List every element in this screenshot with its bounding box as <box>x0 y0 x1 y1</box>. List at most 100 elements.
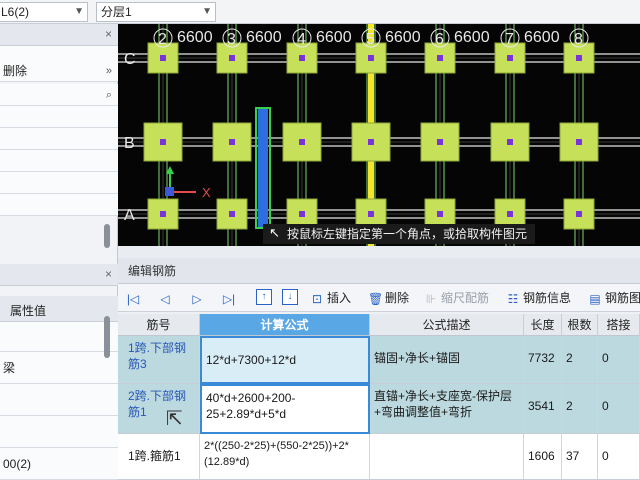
spacing-label: 6600 <box>316 29 352 46</box>
last-record-button[interactable]: ▷| <box>222 288 239 308</box>
rebar-info-button[interactable]: ☷ 钢筋信息 <box>506 288 571 308</box>
lap-cell[interactable]: 0 <box>598 434 640 480</box>
delete-label: 删除 <box>385 291 410 305</box>
count-cell[interactable]: 37 <box>562 434 598 480</box>
last-icon: ▷| <box>222 292 236 306</box>
prop-row-beam[interactable]: 梁 <box>0 352 118 384</box>
navigator-row[interactable] <box>0 106 118 128</box>
count-cell[interactable]: 2 <box>562 336 598 384</box>
col-header-lap[interactable]: 搭接 <box>598 314 640 336</box>
scrollbar-thumb[interactable] <box>104 224 110 248</box>
scale-rebar-button[interactable]: ⊪ 缩尺配筋 <box>424 288 489 308</box>
axis-label: A <box>124 207 135 224</box>
length-cell[interactable]: 1606 <box>524 434 562 480</box>
prop-row[interactable] <box>0 322 118 352</box>
description-cell[interactable] <box>370 434 524 480</box>
ucs-icon <box>165 166 196 196</box>
col-header-description[interactable]: 公式描述 <box>370 314 524 336</box>
prop-row[interactable] <box>0 416 118 448</box>
axis-label: 2 <box>158 31 167 48</box>
formula-cell[interactable]: 12*d+7300+12*d <box>200 336 370 384</box>
rebar-editor-title: 编辑钢筋 <box>118 258 640 284</box>
close-icon[interactable]: × <box>105 267 112 281</box>
rebar-table: 筋号 计算公式 公式描述 长度 根数 搭接 4 1跨.下部钢筋3 12*d+73… <box>118 314 640 480</box>
delete-label: 删除 <box>3 64 28 78</box>
spacing-label: 6600 <box>454 29 490 46</box>
axis-label: 5 <box>366 31 375 48</box>
rebar-diagram-button[interactable]: ▤ 钢筋图 <box>588 288 640 308</box>
description-cell[interactable]: 锚固+净长+锚固 <box>370 336 524 384</box>
column-core <box>229 211 235 217</box>
axis-label: 3 <box>227 31 236 48</box>
axis-label: 8 <box>574 31 583 48</box>
scale-rebar-label: 缩尺配筋 <box>441 291 490 305</box>
column-core <box>299 55 305 61</box>
bar-name-cell[interactable]: 2跨.下部钢筋1 <box>118 384 200 434</box>
lap-cell[interactable]: 0 <box>598 336 640 384</box>
prop-row[interactable] <box>0 384 118 416</box>
coord-x-label: X <box>202 185 211 200</box>
col-header-bar-no[interactable]: 筋号 <box>118 314 200 336</box>
navigator-row[interactable] <box>0 128 118 150</box>
column-core <box>160 211 166 217</box>
formula-cell[interactable]: 2*((250-2*25)+(550-2*25))+2*(12.89*d) <box>200 434 370 480</box>
length-cell[interactable]: 7732 <box>524 336 562 384</box>
axis-label: C <box>124 51 136 68</box>
navigator-row[interactable] <box>0 194 118 216</box>
move-up-icon[interactable]: ↑ <box>256 289 272 305</box>
count-cell[interactable]: 2 <box>562 384 598 434</box>
chevron-down-icon: ▼ <box>202 6 212 17</box>
navigator-row-delete[interactable]: 删除 » <box>0 60 118 82</box>
insert-button[interactable]: ⊡ 插入 <box>310 288 351 308</box>
column-core <box>576 55 582 61</box>
layer-select[interactable]: 分层1 ▼ <box>96 2 216 22</box>
col-header-length[interactable]: 长度 <box>524 314 562 336</box>
column-core <box>299 139 305 145</box>
column-core <box>160 139 166 145</box>
spacing-label: 6600 <box>385 29 421 46</box>
delete-button[interactable]: 🗑 删除 <box>368 288 409 308</box>
formula-cell-editing[interactable]: 40*d+2600+200-25+2.89*d+5*d <box>200 384 370 434</box>
prop-row-count[interactable]: 00(2) <box>0 448 118 480</box>
next-record-button[interactable]: ▷ <box>190 288 207 308</box>
cad-viewport[interactable]: 2 6600 3 6600 4 6600 5 6600 6 6600 7 6600 8 C B A X ↖ 按… <box>118 24 640 246</box>
description-cell[interactable]: 直锚+净长+支座宽-保护层+弯曲调整值+弯折 <box>370 384 524 434</box>
axis-label: 6 <box>435 31 444 48</box>
navigator-row[interactable] <box>0 172 118 194</box>
floor-select[interactable]: L6(2) ▼ <box>0 2 88 22</box>
column-core <box>576 211 582 217</box>
length-cell[interactable]: 3541 <box>524 384 562 434</box>
col-header-count[interactable]: 根数 <box>562 314 598 336</box>
rebar-info-label: 钢筋信息 <box>523 291 572 305</box>
column-core <box>507 55 513 61</box>
lap-cell[interactable]: 0 <box>598 384 640 434</box>
close-icon[interactable]: × <box>105 27 112 41</box>
expand-icon[interactable]: » <box>106 60 112 82</box>
search-row[interactable]: ⌕ <box>0 84 118 106</box>
floor-plan-drawing[interactable]: 2 6600 3 6600 4 6600 5 6600 6 6600 7 6600 8 C B A X <box>118 24 640 246</box>
insert-label: 插入 <box>327 291 352 305</box>
column-core <box>229 55 235 61</box>
rebar-editor-panel: 编辑钢筋 |◁ ◁ ▷ ▷| ↑ ↓ ⊡ 插入 🗑 删除 ⊪ 缩尺配筋 ☷ 钢筋信息 ▤… <box>118 258 640 480</box>
axis-label: 7 <box>505 31 514 48</box>
info-icon: ☷ <box>507 292 519 306</box>
prop-beam-label: 梁 <box>3 361 16 375</box>
navigator-row[interactable] <box>0 150 118 172</box>
prev-record-button[interactable]: ◁ <box>158 288 175 308</box>
move-down-icon[interactable]: ↓ <box>282 289 298 305</box>
axis-label: B <box>124 135 135 152</box>
search-icon[interactable]: ⌕ <box>106 84 112 106</box>
insert-icon: ⊡ <box>311 292 323 306</box>
mouse-pointer-icon: ⇱ <box>166 408 183 430</box>
bar-name-cell[interactable]: 1跨.下部钢筋3 <box>118 336 200 384</box>
first-icon: |◁ <box>126 292 140 306</box>
properties-column-header: 属性值 <box>0 296 118 322</box>
properties-scrollbar-thumb[interactable] <box>104 316 110 358</box>
prev-icon: ◁ <box>160 292 170 306</box>
column-blocks[interactable] <box>143 42 599 230</box>
spacing-label: 6600 <box>177 29 213 46</box>
bar-name-cell[interactable]: 1跨.箍筋1 <box>118 434 200 480</box>
first-record-button[interactable]: |◁ <box>126 288 143 308</box>
column-core <box>229 139 235 145</box>
col-header-formula[interactable]: 计算公式 <box>200 314 370 336</box>
